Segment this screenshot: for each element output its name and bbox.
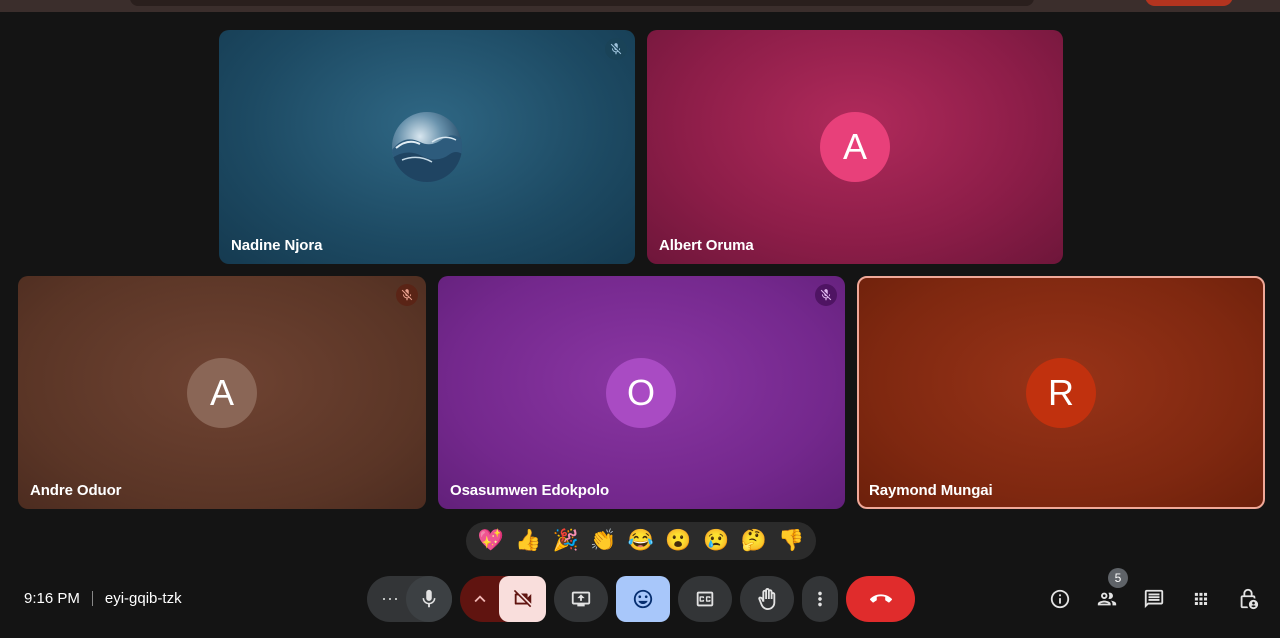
top-bar-inner xyxy=(130,0,1034,6)
reaction-thinking[interactable]: 🤔 xyxy=(737,529,771,553)
participant-name: Raymond Mungai xyxy=(869,482,993,499)
mic-off-icon xyxy=(396,284,418,306)
people-icon xyxy=(1097,592,1117,606)
participant-tile[interactable]: A Albert Oruma xyxy=(647,30,1063,264)
present-screen-icon xyxy=(571,591,591,607)
host-controls-button[interactable] xyxy=(1236,587,1260,611)
microphone-group: ⋯ xyxy=(367,576,452,622)
chat-icon xyxy=(1144,589,1164,609)
microphone-icon xyxy=(422,589,436,608)
microphone-button[interactable] xyxy=(406,576,452,622)
top-bar xyxy=(0,0,1280,12)
reactions-button[interactable] xyxy=(616,576,670,622)
participant-name: Osasumwen Edokpolo xyxy=(450,482,610,499)
participant-tile-active[interactable]: R Raymond Mungai xyxy=(857,276,1265,509)
mic-off-icon xyxy=(605,38,627,60)
divider xyxy=(91,591,93,606)
more-options-button[interactable] xyxy=(802,576,838,622)
avatar: O xyxy=(606,358,676,428)
mic-off-icon xyxy=(815,284,837,306)
avatar: A xyxy=(187,358,257,428)
captions-button[interactable] xyxy=(678,576,732,622)
call-end-icon xyxy=(869,594,892,603)
reaction-thumbs-down[interactable]: 👎 xyxy=(774,529,808,553)
meeting-time: 9:16 PM xyxy=(24,590,80,607)
participant-tile[interactable]: Nadine Njora xyxy=(219,30,635,264)
meeting-code[interactable]: eyi-gqib-tzk xyxy=(105,590,182,607)
participant-name: Nadine Njora xyxy=(231,237,323,254)
present-screen-button[interactable] xyxy=(554,576,608,622)
top-bar-pill xyxy=(1145,0,1233,6)
avatar: A xyxy=(820,112,890,182)
meeting-info: 9:16 PM eyi-gqib-tzk xyxy=(24,590,182,607)
people-count-badge: 5 xyxy=(1108,568,1128,588)
info-icon xyxy=(1050,589,1070,609)
reaction-thumbs-up[interactable]: 👍 xyxy=(511,529,545,553)
participant-tile[interactable]: O Osasumwen Edokpolo xyxy=(438,276,845,509)
people-button[interactable] xyxy=(1095,587,1119,611)
activities-button[interactable] xyxy=(1189,587,1213,611)
avatar: R xyxy=(1026,358,1096,428)
video-off-icon xyxy=(513,589,531,608)
participant-name: Albert Oruma xyxy=(659,237,754,254)
more-vert-icon xyxy=(818,591,822,607)
avatar-wave-image xyxy=(392,112,462,182)
reaction-party-popper[interactable]: 🎉 xyxy=(549,529,583,553)
reaction-laughing[interactable]: 😂 xyxy=(624,529,658,553)
lock-person-icon xyxy=(1240,588,1259,610)
camera-group xyxy=(460,576,546,622)
reaction-clapping[interactable]: 👏 xyxy=(586,529,620,553)
chat-button[interactable] xyxy=(1142,587,1166,611)
meeting-details-button[interactable] xyxy=(1048,587,1072,611)
smiley-icon xyxy=(633,589,653,609)
reaction-sparkling-heart[interactable]: 💖 xyxy=(474,529,508,553)
camera-off-button[interactable] xyxy=(499,576,546,622)
reactions-bar: 💖 👍 🎉 👏 😂 😮 😢 🤔 👎 xyxy=(466,522,816,560)
apps-grid-icon xyxy=(1194,592,1208,606)
raise-hand-button[interactable] xyxy=(740,576,794,622)
reaction-crying[interactable]: 😢 xyxy=(699,529,733,553)
participant-tile[interactable]: A Andre Oduor xyxy=(18,276,426,509)
leave-call-button[interactable] xyxy=(846,576,915,622)
hand-icon xyxy=(758,588,776,610)
participant-name: Andre Oduor xyxy=(30,482,122,499)
closed-captions-icon xyxy=(696,591,714,607)
video-options-button[interactable] xyxy=(460,576,500,622)
reaction-surprised[interactable]: 😮 xyxy=(662,529,696,553)
chevron-up-icon xyxy=(474,595,486,603)
